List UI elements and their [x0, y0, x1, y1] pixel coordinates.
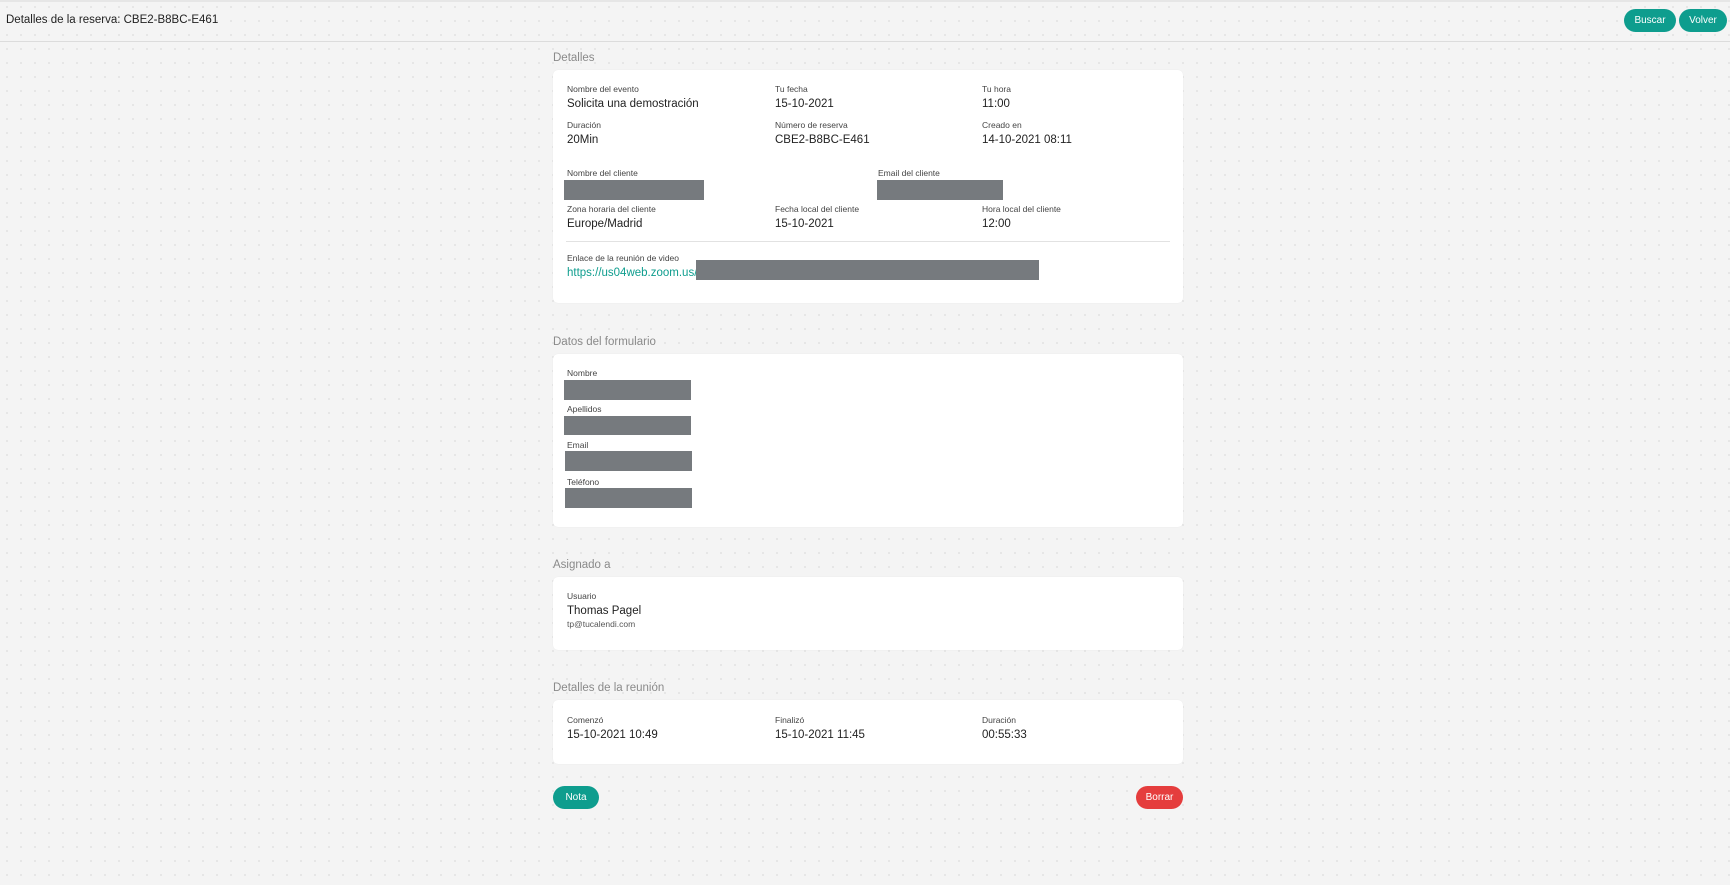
ended-label: Finalizó	[775, 715, 805, 725]
last-name-label: Apellidos	[567, 404, 602, 414]
top-bar: Detalles de la reserva: CBE2-B8BC-E461	[0, 0, 1730, 42]
ended-field: Finalizó 15-10-2021 11:45	[775, 715, 865, 743]
started-field: Comenzó 15-10-2021 10:49	[567, 715, 658, 743]
form-email-redacted	[565, 451, 692, 471]
meeting-section-title: Detalles de la reunión	[553, 682, 665, 694]
video-link[interactable]: https://us04web.zoom.us/	[567, 265, 697, 281]
details-divider	[566, 241, 1170, 242]
client-name-field: Nombre del cliente	[567, 168, 638, 179]
event-name-field: Nombre del evento Solicita una demostrac…	[567, 84, 699, 112]
meeting-duration-value: 00:55:33	[982, 729, 1027, 741]
phone-label: Teléfono	[567, 477, 600, 487]
client-local-time-value: 12:00	[982, 218, 1011, 230]
search-button[interactable]: Buscar	[1624, 9, 1676, 32]
first-name-label: Nombre	[567, 368, 598, 378]
event-name-value: Solicita una demostración	[567, 98, 699, 110]
user-label: Usuario	[567, 591, 597, 601]
booking-number-label: Número de reserva	[775, 120, 848, 130]
video-link-field: Enlace de la reunión de video https://us…	[567, 253, 697, 281]
client-local-time-field: Hora local del cliente 12:00	[982, 204, 1061, 232]
client-tz-field: Zona horaria del cliente Europe/Madrid	[567, 204, 656, 232]
client-local-date-field: Fecha local del cliente 15-10-2021	[775, 204, 859, 232]
video-link-label: Enlace de la reunión de video	[567, 253, 679, 263]
assigned-card: Usuario Thomas Pagel tp@tucalendi.com	[553, 577, 1183, 650]
form-card: Nombre Apellidos Email Teléfono	[553, 354, 1183, 527]
details-card: Nombre del evento Solicita una demostrac…	[553, 70, 1183, 303]
client-local-time-label: Hora local del cliente	[982, 204, 1061, 214]
meeting-duration-label: Duración	[982, 715, 1017, 725]
form-section-title: Datos del formulario	[553, 336, 656, 348]
client-email-redacted	[877, 180, 1003, 200]
form-email-field: Email	[567, 440, 588, 451]
client-email-label: Email del cliente	[878, 168, 940, 178]
booking-number-field: Número de reserva CBE2-B8BC-E461	[775, 120, 870, 148]
time-field: Tu hora 11:00	[982, 84, 1011, 112]
user-name: Thomas Pagel	[567, 605, 642, 617]
back-button[interactable]: Volver	[1679, 9, 1727, 32]
created-field: Creado en 14-10-2021 08:11	[982, 120, 1072, 148]
form-email-label: Email	[567, 440, 589, 450]
date-field: Tu fecha 15-10-2021	[775, 84, 834, 112]
first-name-field: Nombre	[567, 368, 597, 379]
assigned-section-title: Asignado a	[553, 559, 611, 571]
user-field: Usuario Thomas Pagel tp@tucalendi.com	[567, 591, 641, 629]
duration-value: 20Min	[567, 134, 599, 146]
page-title: Detalles de la reserva: CBE2-B8BC-E461	[6, 14, 219, 26]
time-value: 11:00	[982, 98, 1010, 110]
user-email: tp@tucalendi.com	[567, 619, 636, 629]
last-name-redacted	[564, 416, 691, 435]
duration-label: Duración	[567, 120, 602, 130]
client-tz-label: Zona horaria del cliente	[567, 204, 656, 214]
created-label: Creado en	[982, 120, 1022, 130]
note-button[interactable]: Nota	[553, 786, 599, 809]
client-email-field: Email del cliente	[878, 168, 940, 179]
client-local-date-label: Fecha local del cliente	[775, 204, 860, 214]
date-label: Tu fecha	[775, 84, 808, 94]
last-name-field: Apellidos	[567, 404, 602, 415]
first-name-redacted	[564, 380, 691, 400]
meeting-card: Comenzó 15-10-2021 10:49 Finalizó 15-10-…	[553, 700, 1183, 764]
phone-field: Teléfono	[567, 477, 599, 488]
phone-redacted	[565, 488, 692, 508]
client-local-date-value: 15-10-2021	[775, 218, 834, 230]
delete-button[interactable]: Borrar	[1136, 786, 1183, 809]
duration-field: Duración 20Min	[567, 120, 601, 148]
ended-value: 15-10-2021 11:45	[775, 729, 865, 741]
event-name-label: Nombre del evento	[567, 84, 639, 94]
date-value: 15-10-2021	[775, 98, 834, 110]
video-link-redacted	[696, 260, 1039, 280]
started-label: Comenzó	[567, 715, 604, 725]
time-label: Tu hora	[982, 84, 1011, 94]
client-name-label: Nombre del cliente	[567, 168, 638, 178]
created-value: 14-10-2021 08:11	[982, 134, 1072, 146]
started-value: 15-10-2021 10:49	[567, 729, 658, 741]
meeting-duration-field: Duración 00:55:33	[982, 715, 1027, 743]
details-section-title: Detalles	[553, 52, 595, 64]
booking-number-value: CBE2-B8BC-E461	[775, 134, 870, 146]
client-name-redacted	[564, 180, 704, 200]
client-tz-value: Europe/Madrid	[567, 218, 643, 230]
